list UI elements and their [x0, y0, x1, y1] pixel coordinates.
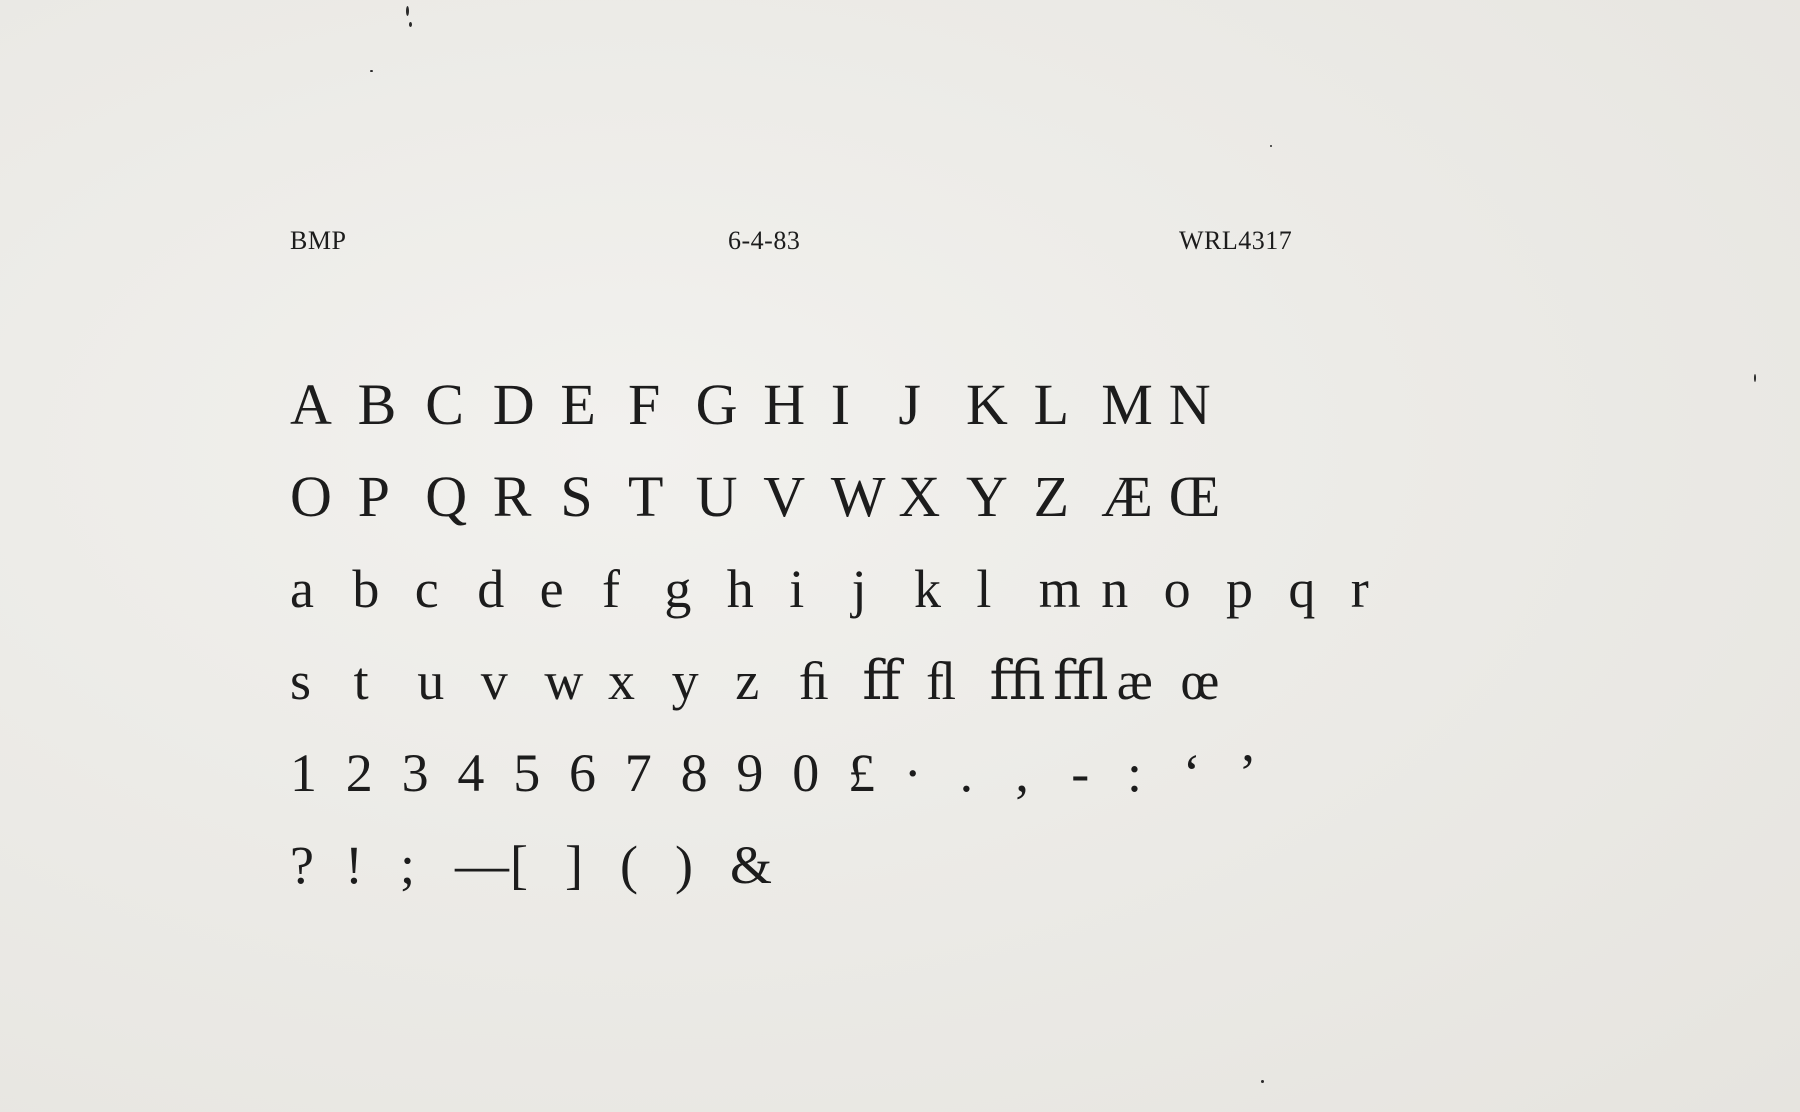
glyph: M [1101, 372, 1153, 437]
glyph: I [830, 372, 851, 437]
glyph: [ [510, 835, 528, 895]
glyph: x [608, 651, 635, 711]
glyph: K [966, 372, 1008, 437]
glyph: ﬄ [1053, 651, 1109, 711]
glyph: ﬁ [798, 651, 829, 711]
glyph: p [1226, 559, 1253, 619]
glyph: œ [1180, 651, 1220, 711]
glyph: i [789, 559, 805, 619]
glyph: & [730, 835, 773, 895]
glyph: A [290, 372, 332, 437]
glyph: æ [1116, 651, 1153, 711]
glyph: ) [675, 835, 693, 895]
glyph: ﬃ [989, 651, 1046, 711]
glyph: 0 [792, 743, 820, 803]
glyph: £ [848, 743, 875, 803]
glyph: c [414, 559, 439, 619]
glyph: : [1127, 743, 1143, 803]
glyph: ] [565, 835, 583, 895]
glyph: C [425, 372, 464, 437]
glyph: D [492, 372, 535, 437]
glyph: . [959, 743, 974, 803]
glyph: Z [1033, 464, 1070, 529]
glyph: w [544, 651, 584, 711]
glyph: ( [620, 835, 638, 895]
glyph: z [735, 651, 760, 711]
glyph: - [1071, 743, 1090, 803]
glyph: Æ [1101, 464, 1153, 529]
header-label-left: BMP [290, 226, 347, 255]
glyph: B [357, 372, 397, 437]
glyph: 4 [457, 743, 485, 803]
glyph: q [1288, 559, 1316, 619]
glyph: o [1163, 559, 1191, 619]
paper-speck [370, 70, 373, 72]
glyph: b [352, 559, 380, 619]
glyph: u [417, 651, 445, 711]
glyph: F [628, 372, 661, 437]
glyph: , [1015, 743, 1029, 803]
glyph: e [539, 559, 564, 619]
glyph: g [664, 559, 692, 619]
header-date: 6-4-83 [728, 226, 801, 255]
glyph: S [560, 464, 593, 529]
glyph: ! [345, 835, 363, 895]
glyph: W [830, 464, 886, 529]
glyph: y [671, 651, 699, 711]
type-specimen-sheet: BMP 6-4-83 WRL4317 ABCDEFGHIJKLMN OPQRST… [0, 0, 1800, 1112]
glyph: H [763, 372, 806, 437]
glyph: Q [425, 464, 468, 529]
glyph: 1 [290, 743, 317, 803]
glyph: ; [400, 835, 416, 895]
glyph: R [492, 464, 532, 529]
glyph: s [290, 651, 312, 711]
glyph: 9 [736, 743, 764, 803]
glyph: P [357, 464, 390, 529]
glyph: X [898, 464, 941, 529]
glyph: E [560, 372, 596, 437]
paper-speck [1754, 374, 1756, 382]
glyph: — [455, 835, 509, 895]
glyph: l [976, 559, 992, 619]
glyph: n [1101, 559, 1129, 619]
glyph: ? [290, 835, 314, 895]
paper-speck [1261, 1080, 1264, 1083]
glyph: h [726, 559, 754, 619]
glyph: ’ [1238, 743, 1257, 803]
glyph: f [602, 559, 620, 619]
glyph: G [695, 372, 738, 437]
paper-speck [1270, 145, 1272, 147]
glyph: T [628, 464, 664, 529]
glyph: ‘ [1182, 743, 1201, 803]
glyph: 6 [569, 743, 596, 803]
glyph: v [480, 651, 508, 711]
glyph: m [1038, 559, 1081, 619]
glyph: J [898, 372, 921, 437]
glyph: 8 [680, 743, 708, 803]
glyph: Œ [1168, 464, 1221, 529]
glyph: d [477, 559, 505, 619]
glyph: a [290, 559, 314, 619]
glyph: ﬀ [862, 651, 901, 711]
glyph: ﬂ [926, 651, 957, 711]
glyph: k [914, 559, 941, 619]
glyph: t [353, 651, 369, 711]
glyph: N [1168, 372, 1211, 437]
glyph: 3 [401, 743, 429, 803]
paper-speck [409, 22, 412, 27]
glyph: j [851, 559, 867, 619]
glyph: Y [966, 464, 1008, 529]
glyph: O [290, 464, 332, 529]
glyph: 5 [513, 743, 541, 803]
glyph: · [903, 743, 922, 803]
glyph: r [1350, 559, 1369, 619]
glyph: V [763, 464, 806, 529]
glyph: 7 [624, 743, 652, 803]
glyph: 2 [345, 743, 373, 803]
header-reference: WRL4317 [1179, 226, 1293, 255]
glyph: L [1033, 372, 1070, 437]
paper-speck [406, 6, 409, 16]
glyph: U [695, 464, 738, 529]
